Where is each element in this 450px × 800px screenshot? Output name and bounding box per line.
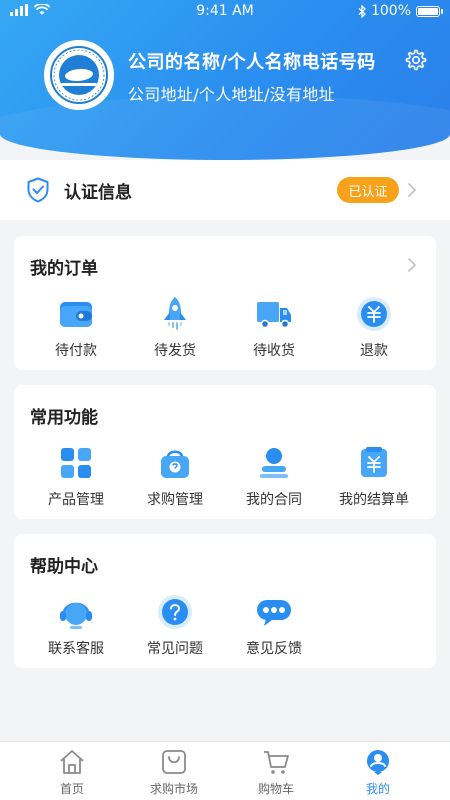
common-functions-card: 常用功能 产品管理 求购管理 我的合同 我的结算单 bbox=[14, 385, 436, 519]
rocket-icon bbox=[164, 297, 186, 330]
settings-gear-icon[interactable] bbox=[403, 48, 427, 72]
battery-status: 100% bbox=[358, 3, 443, 19]
bluetooth-icon bbox=[358, 4, 366, 18]
order-refund-label: 退款 bbox=[360, 343, 388, 359]
home-icon bbox=[60, 750, 84, 774]
certification-row[interactable]: 认证信息 已认证 bbox=[0, 160, 450, 220]
refund-icon bbox=[357, 297, 391, 331]
company-avatar[interactable] bbox=[44, 40, 114, 110]
tab-home[interactable]: 首页 bbox=[27, 748, 117, 797]
battery-fill bbox=[418, 7, 438, 15]
tab-cart[interactable]: 购物车 bbox=[231, 748, 321, 797]
my-settlements-label: 我的结算单 bbox=[339, 492, 409, 508]
company-logo bbox=[50, 46, 108, 104]
certification-label: 认证信息 bbox=[64, 183, 132, 203]
function-purchase-management[interactable]: 求购管理 bbox=[125, 443, 225, 509]
grid-icon bbox=[61, 448, 91, 478]
company-address: 公司地址/个人地址/没有地址 bbox=[128, 85, 335, 104]
certified-badge: 已认证 bbox=[337, 177, 399, 203]
tab-mine[interactable]: 我的 bbox=[333, 748, 423, 797]
help-center-card: 帮助中心 联系客服 常见问题 意见反馈 bbox=[14, 534, 436, 668]
tab-mine-label: 我的 bbox=[365, 782, 390, 796]
my-contracts-label: 我的合同 bbox=[246, 492, 302, 508]
tab-purchase-market-label: 求购市场 bbox=[149, 782, 198, 796]
shopping-bag-icon bbox=[161, 450, 189, 478]
question-icon bbox=[158, 595, 192, 629]
function-my-contracts[interactable]: 我的合同 bbox=[224, 443, 324, 509]
tab-home-label: 首页 bbox=[59, 782, 84, 796]
feedback-label: 意见反馈 bbox=[246, 641, 302, 657]
market-icon bbox=[162, 750, 186, 774]
contract-icon bbox=[260, 448, 288, 478]
my-orders-card: 我的订单 待付款 待发货 待收货 退款 bbox=[14, 236, 436, 370]
help-center-title: 帮助中心 bbox=[30, 557, 98, 577]
purchase-management-label: 求购管理 bbox=[147, 492, 203, 508]
cart-icon bbox=[264, 751, 289, 774]
headset-icon bbox=[60, 602, 92, 629]
battery-icon bbox=[416, 5, 443, 17]
order-pending-payment[interactable]: 待付款 bbox=[26, 294, 126, 360]
help-contact-support[interactable]: 联系客服 bbox=[26, 592, 126, 658]
truck-icon bbox=[257, 302, 291, 329]
tab-cart-label: 购物车 bbox=[257, 782, 294, 796]
order-pending-receipt-label: 待收货 bbox=[253, 343, 295, 359]
settlement-icon bbox=[361, 447, 387, 477]
wallet-icon bbox=[60, 302, 92, 327]
product-management-label: 产品管理 bbox=[48, 492, 104, 508]
help-feedback[interactable]: 意见反馈 bbox=[224, 592, 324, 658]
company-name[interactable]: 公司的名称/个人名称电话号码 bbox=[128, 48, 376, 74]
order-pending-receipt[interactable]: 待收货 bbox=[224, 294, 324, 360]
my-orders-title: 我的订单 bbox=[30, 259, 98, 279]
orders-chevron-right-icon[interactable] bbox=[407, 257, 417, 273]
order-refund[interactable]: 退款 bbox=[324, 294, 424, 360]
chevron-right-icon bbox=[408, 183, 416, 197]
order-pending-shipment-label: 待发货 bbox=[154, 343, 196, 359]
profile-icon bbox=[367, 750, 389, 775]
status-bar: 9:41 AM 100% bbox=[0, 0, 450, 24]
help-faq[interactable]: 常见问题 bbox=[125, 592, 225, 658]
shield-check-icon bbox=[27, 177, 49, 203]
order-pending-shipment[interactable]: 待发货 bbox=[125, 294, 225, 360]
function-product-management[interactable]: 产品管理 bbox=[26, 443, 126, 509]
common-functions-title: 常用功能 bbox=[30, 408, 98, 428]
feedback-icon bbox=[257, 600, 291, 626]
order-pending-payment-label: 待付款 bbox=[55, 343, 97, 359]
tab-purchase-market[interactable]: 求购市场 bbox=[129, 748, 219, 797]
function-my-settlements[interactable]: 我的结算单 bbox=[324, 443, 424, 509]
logo-emblem bbox=[59, 55, 99, 95]
contact-support-label: 联系客服 bbox=[48, 641, 104, 657]
bottom-tab-bar: 首页 求购市场 购物车 我的 bbox=[0, 741, 450, 800]
faq-label: 常见问题 bbox=[147, 641, 203, 657]
battery-percent: 100% bbox=[370, 3, 411, 19]
